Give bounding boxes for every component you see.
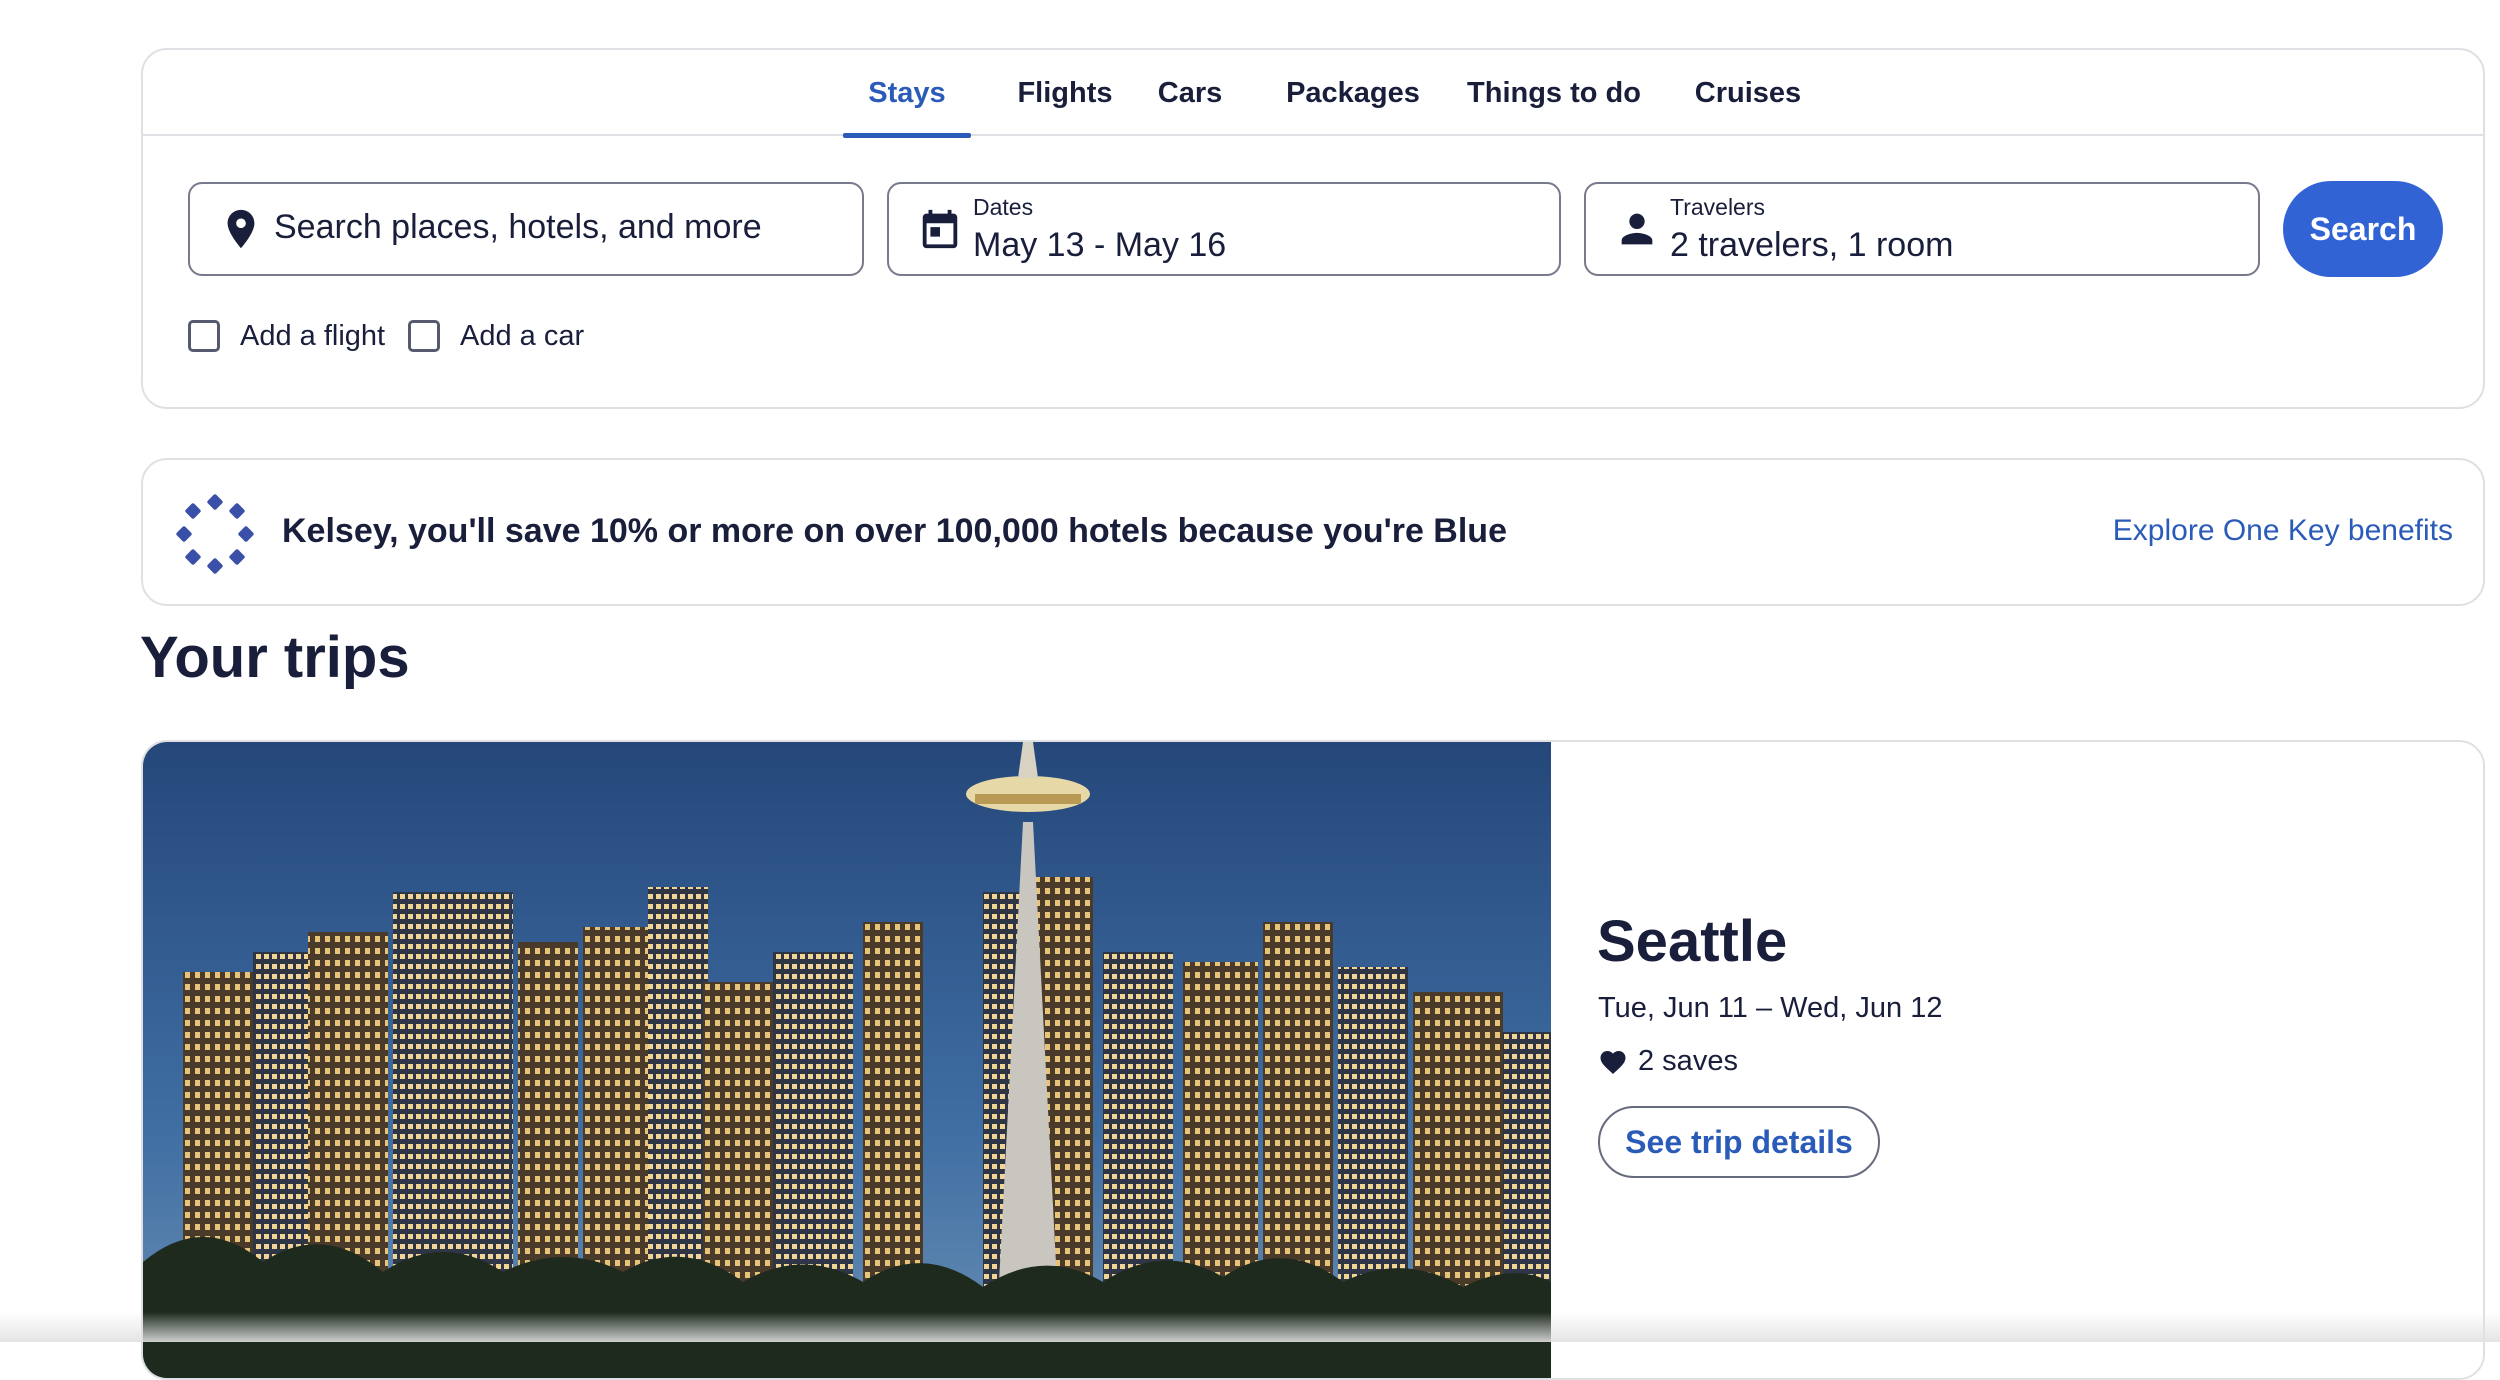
your-trips-heading: Your trips: [140, 625, 410, 690]
tab-cruises[interactable]: Cruises: [1663, 50, 1833, 136]
explore-benefits-link[interactable]: Explore One Key benefits: [2113, 514, 2453, 548]
add-flight-checkbox[interactable]: [188, 320, 220, 352]
tab-things-to-do[interactable]: Things to do: [1445, 50, 1663, 136]
add-flight-label: Add a flight: [240, 319, 386, 352]
heart-icon: [1600, 1051, 1626, 1074]
trip-city: Seattle: [1597, 909, 1788, 974]
trip-card[interactable]: Seattle Tue, Jun 11 – Wed, Jun 12 2 save…: [141, 740, 2485, 1380]
person-icon: [1621, 213, 1653, 245]
dates-label: Dates: [973, 194, 1034, 220]
trip-dates: Tue, Jun 11 – Wed, Jun 12: [1598, 992, 1943, 1024]
dates-value: May 13 - May 16: [973, 226, 1227, 264]
travelers-value: 2 travelers, 1 room: [1670, 226, 1954, 264]
banner-message: Kelsey, you'll save 10% or more on over …: [282, 512, 1507, 550]
seattle-skyline-photo: [143, 742, 1551, 1378]
travelers-label: Travelers: [1670, 194, 1765, 220]
trip-saves: 2 saves: [1598, 1042, 1738, 1080]
map-pin-icon: [227, 209, 255, 249]
add-flight-option[interactable]: Add a flight: [188, 316, 385, 356]
destination-field[interactable]: Search places, hotels, and more: [188, 182, 864, 276]
scroll-fade: [0, 1312, 2500, 1342]
calendar-icon: [922, 209, 958, 249]
tab-cars[interactable]: Cars: [1145, 50, 1235, 136]
add-car-option[interactable]: Add a car: [408, 316, 584, 356]
tab-bar: Stays Flights Cars Packages Things to do…: [143, 50, 2483, 138]
add-car-checkbox[interactable]: [408, 320, 440, 352]
one-key-logo-icon: [176, 494, 254, 574]
one-key-banner: Kelsey, you'll save 10% or more on over …: [141, 458, 2485, 606]
dates-field[interactable]: Dates May 13 - May 16: [887, 182, 1561, 276]
search-button[interactable]: Search: [2283, 181, 2443, 277]
destination-placeholder: Search places, hotels, and more: [274, 208, 762, 246]
tab-stays[interactable]: Stays: [843, 50, 971, 138]
tab-packages[interactable]: Packages: [1261, 50, 1445, 136]
trip-saves-count: 2 saves: [1638, 1044, 1738, 1077]
travelers-field[interactable]: Travelers 2 travelers, 1 room: [1584, 182, 2260, 276]
tab-flights[interactable]: Flights: [1003, 50, 1127, 136]
see-trip-details-button[interactable]: See trip details: [1598, 1106, 1880, 1178]
search-card: Stays Flights Cars Packages Things to do…: [141, 48, 2485, 409]
add-car-label: Add a car: [460, 319, 585, 352]
